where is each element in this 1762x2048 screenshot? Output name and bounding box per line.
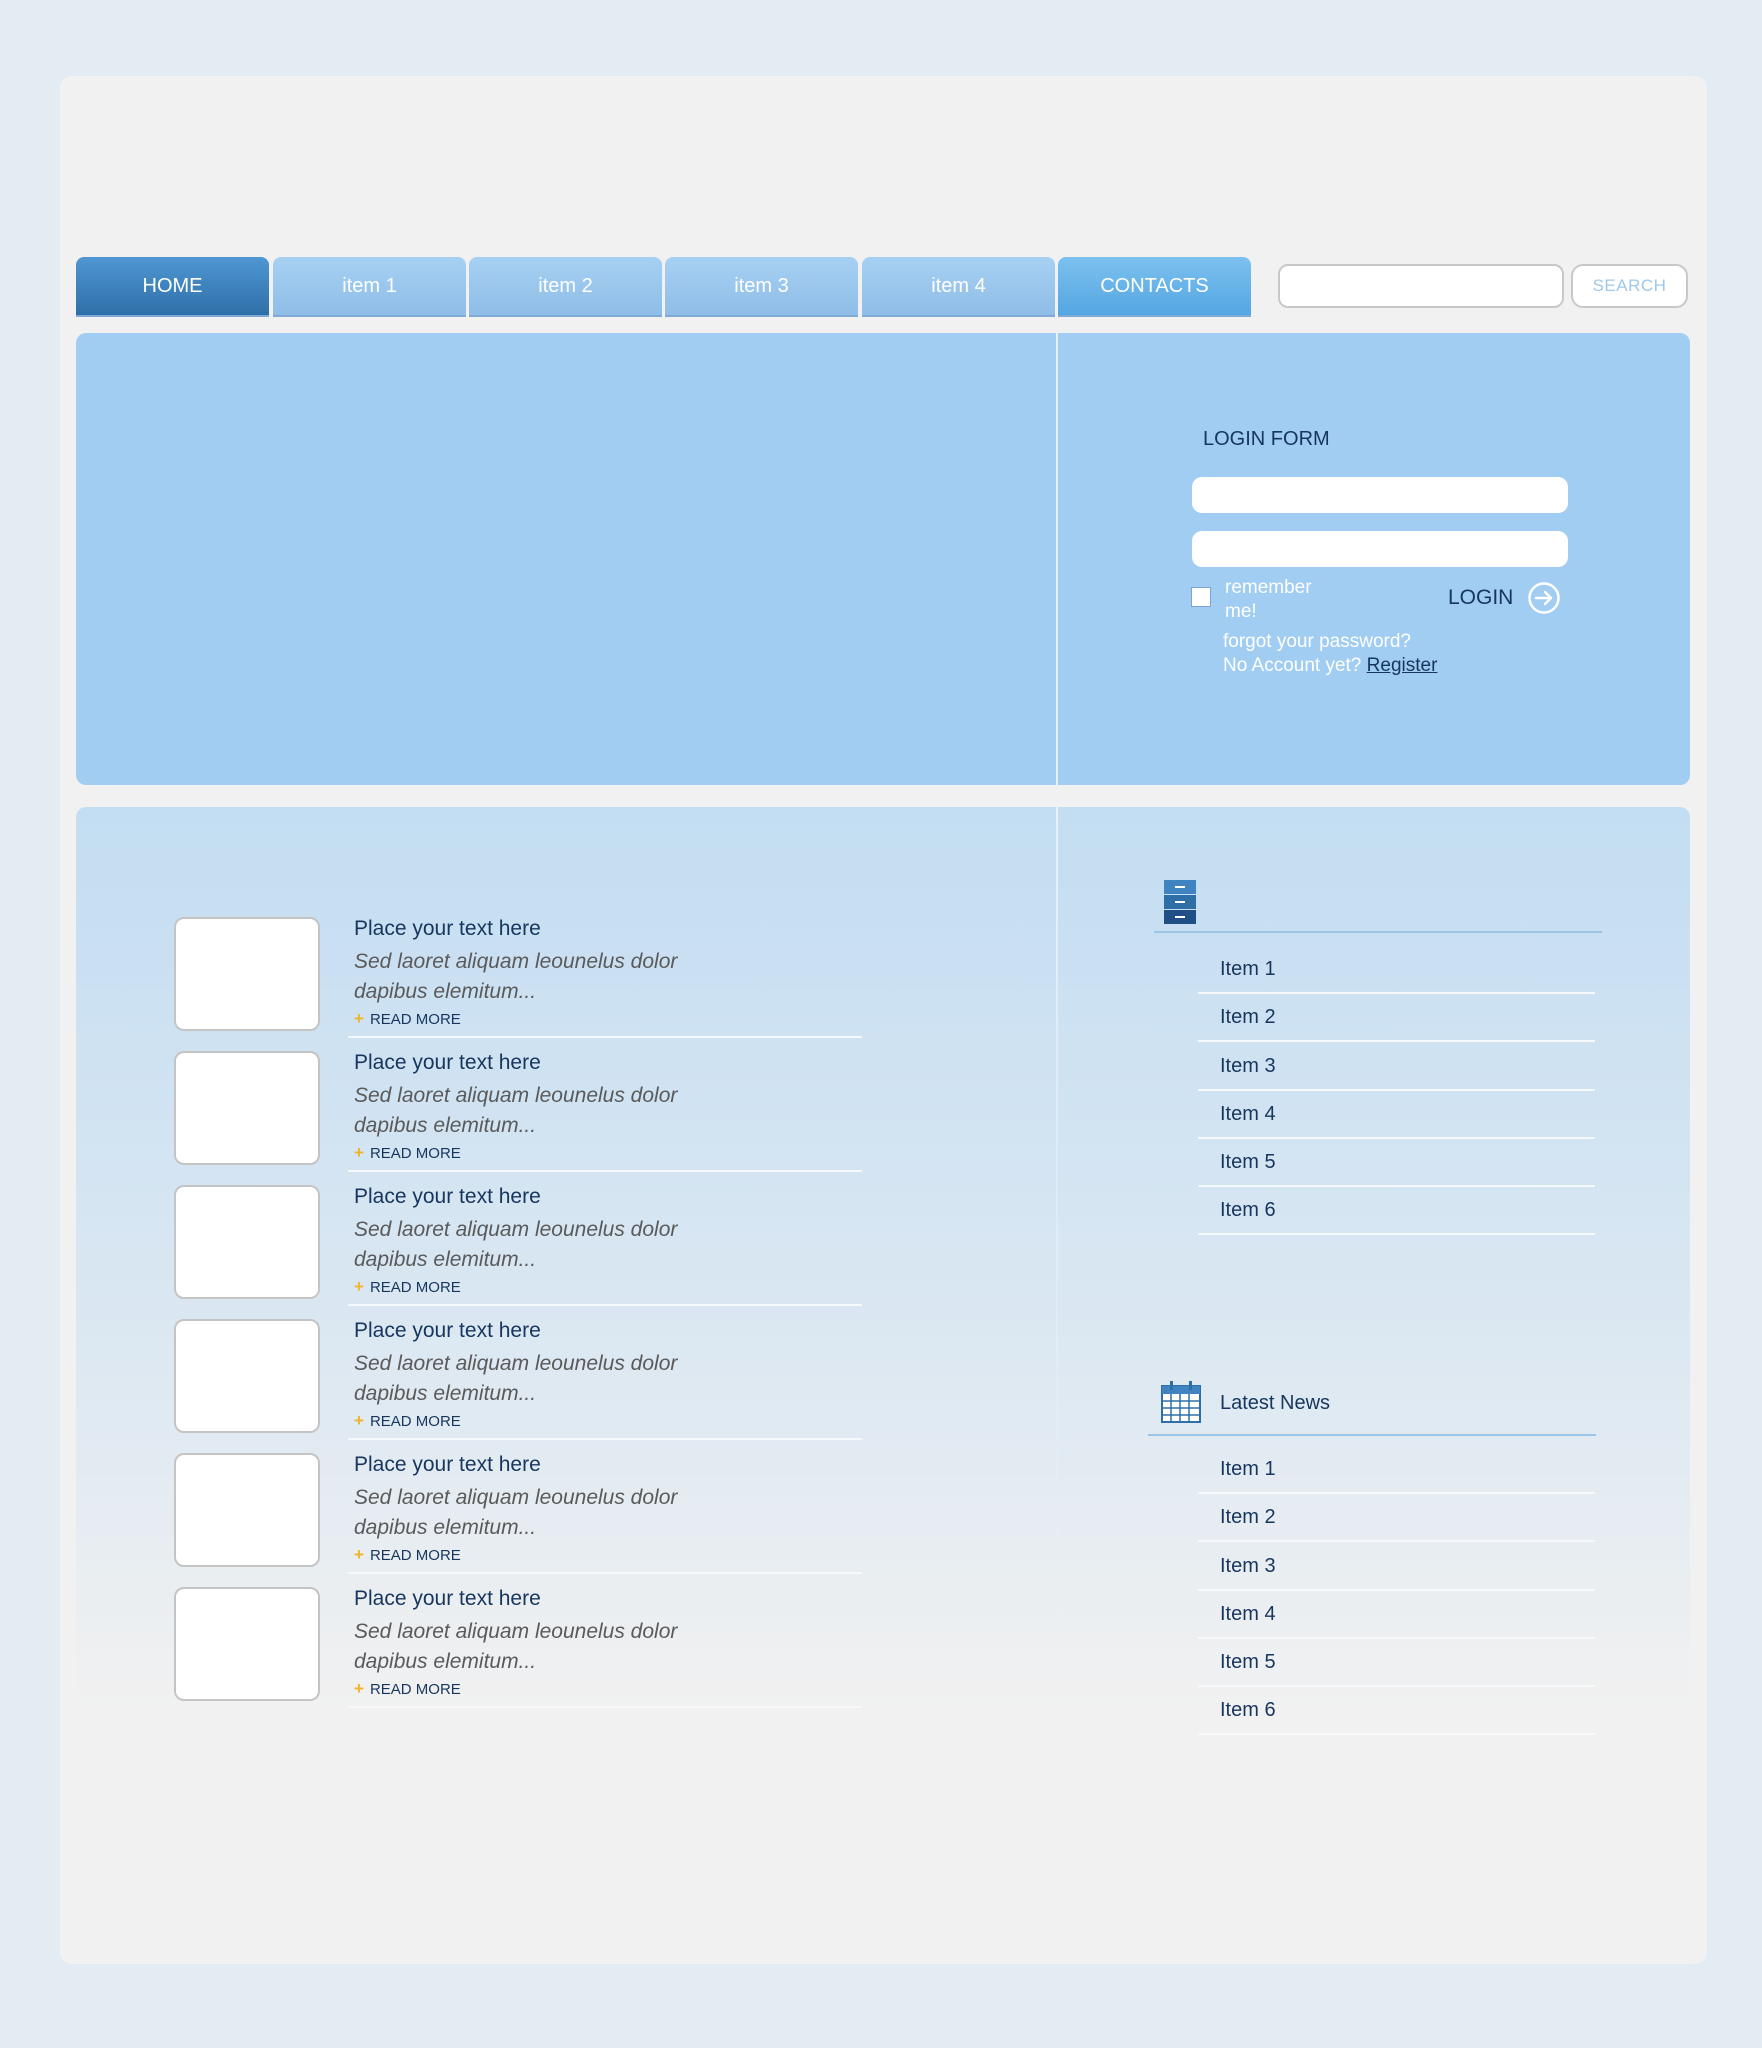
sidebar-menu-item[interactable]: Item 6 [1198,1187,1595,1235]
read-more-label: READ MORE [369,1144,461,1162]
tab-item-1[interactable]: item 1 [273,257,466,317]
read-more-label: READ MORE [369,1546,461,1564]
article-title[interactable]: Place your text here [354,1051,541,1075]
article-divider [348,1036,862,1038]
latest-news-title: Latest News [1220,1392,1331,1414]
plus-icon: + [354,1679,364,1698]
news-item[interactable]: Item 6 [1198,1687,1595,1735]
sidebar-menu-item[interactable]: Item 2 [1198,994,1595,1042]
news-header-divider [1148,1434,1596,1436]
sidebar-menu-item[interactable]: Item 4 [1198,1091,1595,1139]
article-excerpt: Sed laoret aliquam leounelus dolor dapib… [354,950,678,1003]
plus-icon: + [354,1143,364,1162]
article-item: Place your text here Sed laoret aliquam … [174,1587,864,1721]
plus-icon: + [354,1009,364,1028]
remember-me-checkbox[interactable] [1191,587,1211,607]
plus-icon: + [354,1277,364,1296]
article-thumbnail[interactable] [174,1587,320,1701]
read-more-link[interactable]: + READ MORE [354,1143,461,1163]
tab-item-3[interactable]: item 3 [665,257,858,317]
plus-icon: + [354,1545,364,1564]
search-input[interactable] [1278,264,1564,308]
search-button[interactable]: SEARCH [1571,264,1688,308]
article-excerpt: Sed laoret aliquam leounelus dolor dapib… [354,1084,678,1137]
article-item: Place your text here Sed laoret aliquam … [174,917,864,1051]
password-field[interactable] [1192,531,1568,567]
article-title[interactable]: Place your text here [354,1587,541,1611]
tab-home[interactable]: HOME [76,257,269,317]
login-links: forgot your password? No Account yet? Re… [1223,630,1437,678]
read-more-label: READ MORE [369,1412,461,1430]
menu-header-divider [1154,931,1602,933]
article-divider [348,1304,862,1306]
sidebar-menu-item[interactable]: Item 5 [1198,1139,1595,1187]
article-divider [348,1438,862,1440]
article-title[interactable]: Place your text here [354,1185,541,1209]
news-item[interactable]: Item 3 [1198,1543,1595,1591]
read-more-link[interactable]: + READ MORE [354,1545,461,1565]
news-item[interactable]: Item 2 [1198,1494,1595,1542]
article-excerpt: Sed laoret aliquam leounelus dolor dapib… [354,1218,678,1271]
tab-contacts[interactable]: CONTACTS [1058,257,1251,317]
article-excerpt: Sed laoret aliquam leounelus dolor dapib… [354,1352,678,1405]
article-excerpt: Sed laoret aliquam leounelus dolor dapib… [354,1486,678,1539]
article-thumbnail[interactable] [174,1319,320,1433]
article-thumbnail[interactable] [174,1453,320,1567]
read-more-link[interactable]: + READ MORE [354,1679,461,1699]
tab-item-2[interactable]: item 2 [469,257,662,317]
remember-me-label: remember me! [1225,577,1312,622]
register-link[interactable]: Register [1367,655,1438,676]
calendar-icon [1161,1381,1201,1423]
register-line: No Account yet? Register [1223,654,1437,678]
cabinet-icon [1164,880,1196,924]
news-item[interactable]: Item 5 [1198,1639,1595,1687]
article-divider [348,1706,862,1708]
sidebar-menu-item[interactable]: Item 3 [1198,1043,1595,1091]
arrow-right-circle-icon [1528,582,1561,614]
read-more-link[interactable]: + READ MORE [354,1411,461,1431]
article-item: Place your text here Sed laoret aliquam … [174,1185,864,1319]
read-more-link[interactable]: + READ MORE [354,1277,461,1297]
read-more-label: READ MORE [369,1680,461,1698]
news-item[interactable]: Item 4 [1198,1591,1595,1639]
article-excerpt: Sed laoret aliquam leounelus dolor dapib… [354,1620,678,1673]
no-account-text: No Account yet? [1223,655,1362,676]
article-item: Place your text here Sed laoret aliquam … [174,1319,864,1453]
login-form-title: LOGIN FORM [1203,428,1330,450]
article-title[interactable]: Place your text here [354,1453,541,1477]
article-title[interactable]: Place your text here [354,917,541,941]
login-button-label: LOGIN [1448,586,1514,609]
login-button[interactable]: LOGIN [1448,580,1561,616]
username-field[interactable] [1192,477,1568,513]
tab-item-4[interactable]: item 4 [862,257,1055,317]
sidebar-menu-item[interactable]: Item 1 [1198,946,1595,994]
article-title[interactable]: Place your text here [354,1319,541,1343]
hero-divider [1056,333,1058,785]
read-more-label: READ MORE [369,1278,461,1296]
content-divider [1056,807,1058,1710]
article-thumbnail[interactable] [174,1051,320,1165]
news-item[interactable]: Item 1 [1198,1446,1595,1494]
read-more-link[interactable]: + READ MORE [354,1009,461,1029]
article-item: Place your text here Sed laoret aliquam … [174,1453,864,1587]
article-divider [348,1572,862,1574]
article-thumbnail[interactable] [174,1185,320,1299]
plus-icon: + [354,1411,364,1430]
read-more-label: READ MORE [369,1010,461,1028]
forgot-password-link[interactable]: forgot your password? [1223,630,1437,654]
article-divider [348,1170,862,1172]
article-item: Place your text here Sed laoret aliquam … [174,1051,864,1185]
article-thumbnail[interactable] [174,917,320,1031]
